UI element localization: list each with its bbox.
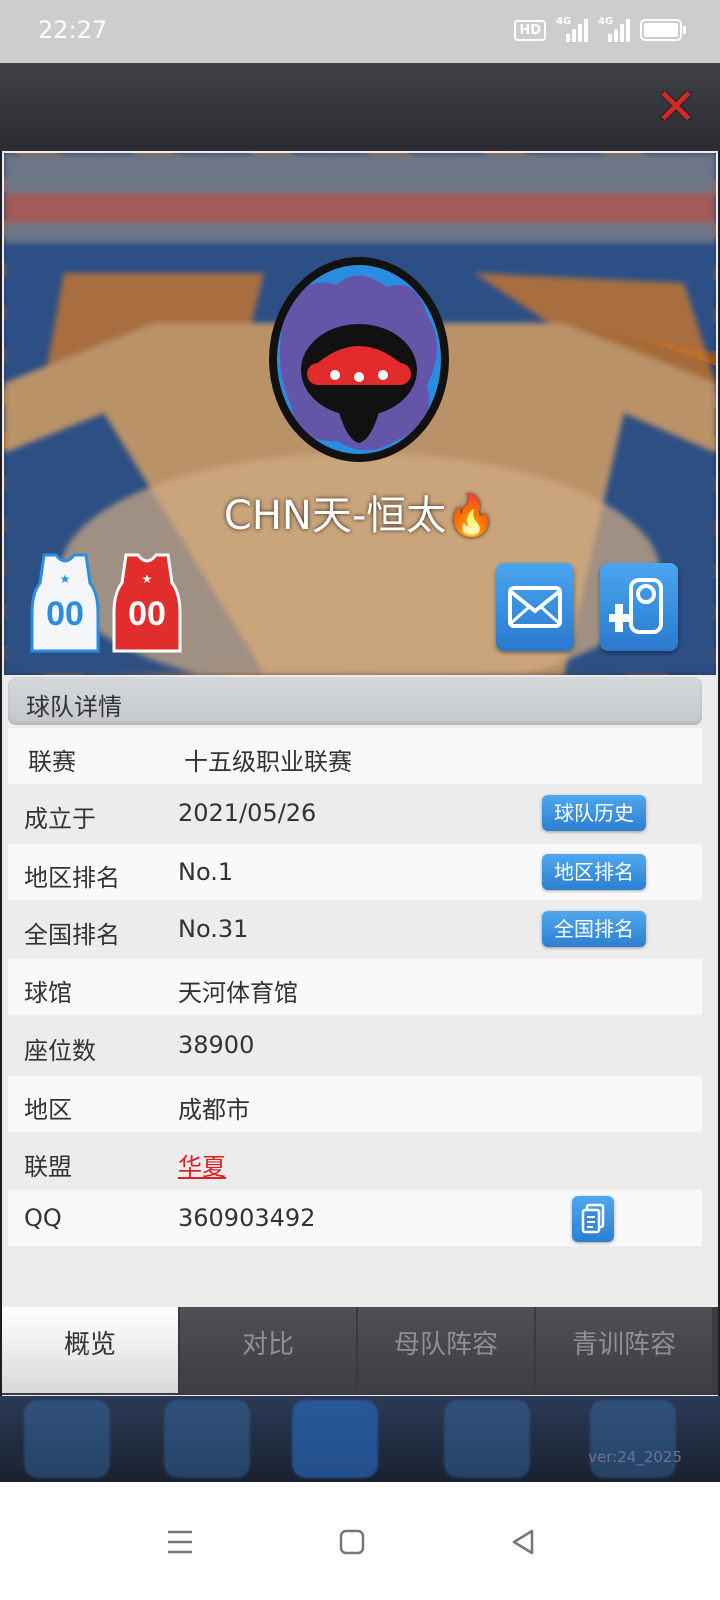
svg-text:★: ★ [60, 572, 71, 586]
detail-row-alliance: 联盟 华夏 [8, 1133, 702, 1189]
detail-row-national-rank: 全国排名 No.31 全国排名 [8, 901, 702, 957]
version-label: ver:24_2025 [588, 1448, 682, 1466]
detail-row-regional-rank: 地区排名 No.1 地区排名 [8, 844, 702, 900]
detail-row-qq: QQ 360903492 [8, 1190, 702, 1246]
bottom-tab-bar: 概览 对比 母队阵容 青训阵容 [2, 1307, 718, 1395]
tab-senior-roster[interactable]: 母队阵容 [358, 1307, 534, 1393]
svg-text:00: 00 [128, 595, 166, 633]
add-favorite-button[interactable] [600, 563, 678, 651]
team-history-button[interactable]: 球队历史 [542, 795, 646, 831]
detail-row-league: 联赛 十五级职业联赛 [8, 728, 702, 784]
detail-row-arena: 球馆 天河体育馆 [8, 959, 702, 1015]
menu-button[interactable] [150, 1512, 210, 1572]
detail-row-region: 地区 成都市 [8, 1076, 702, 1132]
status-time: 22:27 [38, 16, 108, 44]
team-details-header: 球队详情 [8, 677, 702, 725]
signal-icon: 4G [556, 16, 588, 42]
home-button[interactable] [322, 1512, 382, 1572]
national-rank-button[interactable]: 全国排名 [542, 911, 646, 947]
menu-icon [168, 1530, 192, 1554]
svg-text:00: 00 [46, 595, 84, 633]
back-button[interactable] [494, 1512, 554, 1572]
section-title: 球队详情 [26, 693, 122, 721]
detail-row-seats: 座位数 38900 [8, 1017, 702, 1073]
add-favorite-icon [609, 578, 663, 634]
back-icon [512, 1529, 534, 1555]
tab-youth-roster[interactable]: 青训阵容 [536, 1307, 712, 1393]
home-jersey-icon[interactable]: 00 ★ [28, 553, 102, 653]
navigation-bar [0, 1482, 720, 1600]
message-button[interactable] [496, 563, 574, 651]
copy-icon [581, 1203, 605, 1234]
home-icon [339, 1529, 365, 1555]
signal-icon-2: 4G [598, 16, 630, 42]
alliance-link[interactable]: 华夏 [178, 1147, 226, 1182]
tab-compare[interactable]: 对比 [180, 1307, 356, 1393]
envelope-icon [508, 586, 562, 628]
tab-overview[interactable]: 概览 [2, 1307, 178, 1393]
hd-icon: HD [514, 19, 546, 41]
away-jersey-icon[interactable]: 00 ★ [110, 553, 184, 653]
copy-qq-button[interactable] [572, 1196, 614, 1242]
close-button[interactable]: ✕ [654, 78, 698, 136]
status-bar: 22:27 HD 4G 4G [0, 0, 720, 63]
team-info-panel: CHN天-恒太🔥 00 ★ 00 ★ 球队详情 联赛 十五级职业联赛 成立于 2… [2, 151, 718, 1396]
team-banner: CHN天-恒太🔥 00 ★ 00 ★ [4, 153, 716, 675]
detail-row-founded: 成立于 2021/05/26 球队历史 [8, 785, 702, 841]
regional-rank-button[interactable]: 地区排名 [542, 854, 646, 890]
team-logo [269, 257, 449, 462]
status-icons: HD 4G 4G [514, 16, 686, 42]
team-name: CHN天-恒太🔥 [223, 493, 497, 539]
svg-text:★: ★ [142, 572, 153, 586]
top-bar: ✕ [0, 63, 720, 151]
battery-icon [640, 19, 686, 41]
background-app-strip: ver:24_2025 [0, 1396, 720, 1482]
close-icon: ✕ [655, 78, 697, 136]
